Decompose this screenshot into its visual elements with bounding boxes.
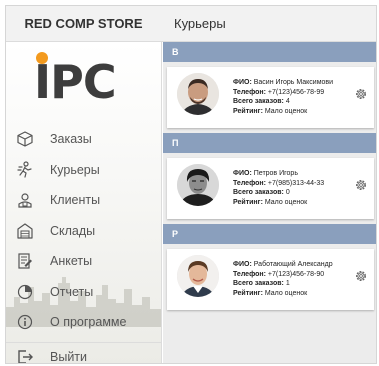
sidebar-item-reports[interactable]: Отчеты <box>6 277 161 308</box>
phone-label: Телефон: <box>233 270 266 278</box>
sidebar-item-label: Заказы <box>50 132 92 147</box>
sidebar-item-label: Клиенты <box>50 193 101 208</box>
courier-info: ФИО: Васин Игорь Максимови Телефон: +7(1… <box>233 78 361 116</box>
couriers-list: В ФИО: Васин Игорь Максимови Телефон: +7… <box>163 42 376 363</box>
sidebar-item-label: Анкеты <box>50 254 93 269</box>
rating-label: Рейтинг: <box>233 107 263 115</box>
avatar <box>177 255 219 297</box>
name-label: ФИО: <box>233 261 252 268</box>
courier-card[interactable]: ФИО: Петров Игорь Телефон: +7(985)313-44… <box>167 158 374 219</box>
courier-phone: +7(985)313-44-33 <box>267 179 325 187</box>
box-icon <box>14 128 36 150</box>
courier-phone: +7(123)456-78-99 <box>267 88 325 96</box>
courier-name: Работающий Александр <box>253 261 333 268</box>
sidebar-item-clients[interactable]: Клиенты <box>6 185 161 216</box>
gear-icon[interactable] <box>354 178 368 192</box>
group-header: Р <box>163 224 376 244</box>
courier-phone: +7(123)456-78-90 <box>267 270 325 278</box>
top-bar: RED COMP STORE Курьеры <box>6 6 376 42</box>
phone-label: Телефон: <box>233 179 266 187</box>
sidebar-item-label: О программе <box>50 315 127 330</box>
page-title: Курьеры <box>174 16 226 31</box>
gear-icon[interactable] <box>354 87 368 101</box>
sidebar-item-label: Склады <box>50 223 96 238</box>
group-header: В <box>163 42 376 62</box>
sidebar-item-couriers[interactable]: Курьеры <box>6 155 161 186</box>
client-icon <box>14 189 36 211</box>
gear-icon[interactable] <box>354 269 368 283</box>
report-icon <box>14 281 36 303</box>
courier-icon <box>14 159 36 181</box>
ipc-logo: IPC <box>32 50 142 108</box>
sidebar-item-label: Отчеты <box>50 284 94 299</box>
orders-label: Всего заказов: <box>233 189 284 196</box>
sidebar-item-orders[interactable]: Заказы <box>6 124 161 155</box>
sidebar: IPC Заказы Курьеры Клиенты Склады Анкеты… <box>6 42 162 364</box>
store-name: RED COMP STORE <box>24 16 143 31</box>
courier-rating: Мало оценок <box>264 107 308 115</box>
avatar <box>177 73 219 115</box>
orders-label: Всего заказов: <box>233 98 284 105</box>
sidebar-item-label: Курьеры <box>50 162 100 177</box>
warehouse-icon <box>14 220 36 242</box>
name-label: ФИО: <box>233 79 252 86</box>
courier-rating: Мало оценок <box>264 198 308 206</box>
rating-label: Рейтинг: <box>233 289 263 297</box>
info-icon <box>14 311 36 333</box>
orders-label: Всего заказов: <box>233 280 284 287</box>
logout-button[interactable]: Выйти <box>6 342 161 364</box>
courier-card[interactable]: ФИО: Васин Игорь Максимови Телефон: +7(1… <box>167 67 374 128</box>
form-icon <box>14 250 36 272</box>
courier-orders: 0 <box>285 189 290 196</box>
courier-rating: Мало оценок <box>264 289 308 297</box>
logo-dot <box>36 52 48 64</box>
sidebar-item-about[interactable]: О программе <box>6 307 161 338</box>
courier-info: ФИО: Работающий Александр Телефон: +7(12… <box>233 260 361 298</box>
courier-name: Петров Игорь <box>253 170 298 177</box>
courier-orders: 1 <box>285 280 290 287</box>
name-label: ФИО: <box>233 170 252 177</box>
sidebar-nav: Заказы Курьеры Клиенты Склады Анкеты Отч… <box>6 124 161 338</box>
phone-label: Телефон: <box>233 88 266 96</box>
group-header: П <box>163 133 376 153</box>
logout-label: Выйти <box>50 349 88 364</box>
avatar <box>177 164 219 206</box>
courier-orders: 4 <box>285 98 290 105</box>
sidebar-item-warehouses[interactable]: Склады <box>6 216 161 247</box>
courier-card[interactable]: ФИО: Работающий Александр Телефон: +7(12… <box>167 249 374 310</box>
logout-icon <box>14 346 36 363</box>
app-window: RED COMP STORE Курьеры IPC Заказы Курьер… <box>5 5 377 364</box>
rating-label: Рейтинг: <box>233 198 263 206</box>
courier-info: ФИО: Петров Игорь Телефон: +7(985)313-44… <box>233 169 361 207</box>
courier-name: Васин Игорь Максимови <box>253 79 334 86</box>
sidebar-item-forms[interactable]: Анкеты <box>6 246 161 277</box>
